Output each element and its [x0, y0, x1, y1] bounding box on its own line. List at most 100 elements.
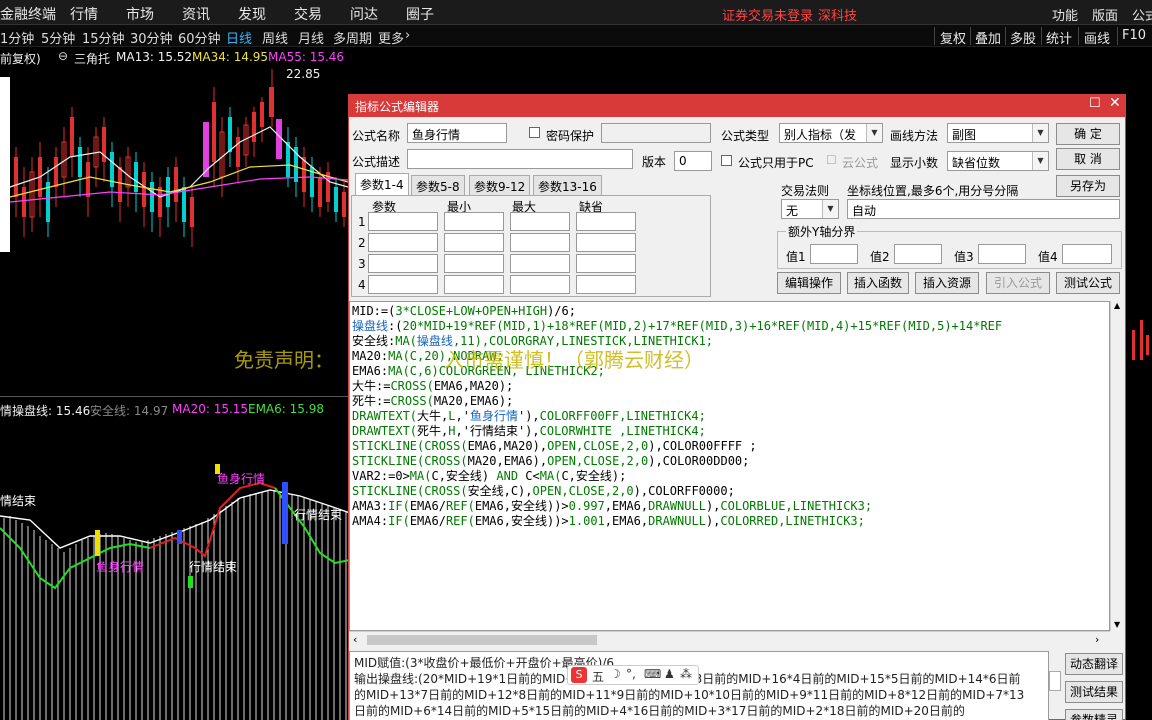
- param-min-input[interactable]: [444, 233, 504, 252]
- save-as-button[interactable]: 另存为: [1056, 175, 1120, 197]
- tab-params-5-8[interactable]: 参数5-8: [411, 175, 465, 195]
- param-name-input[interactable]: [368, 212, 438, 231]
- close-icon[interactable]: ✕: [1109, 95, 1121, 111]
- period-5min[interactable]: 5分钟: [41, 28, 75, 47]
- menu-trade[interactable]: 交易: [294, 4, 322, 24]
- login-warning[interactable]: 证券交易未登录: [722, 5, 813, 24]
- param-default-input[interactable]: [576, 275, 636, 294]
- tool-fuquan[interactable]: 复权: [940, 28, 966, 47]
- param-default-input[interactable]: [576, 254, 636, 273]
- param-min-input[interactable]: [444, 254, 504, 273]
- password-input[interactable]: [601, 123, 711, 143]
- param-default-input[interactable]: [576, 233, 636, 252]
- period-monthly[interactable]: 月线: [298, 28, 324, 47]
- period-1min[interactable]: 1分钟: [0, 28, 34, 47]
- insert-resource-button[interactable]: 插入资源: [915, 272, 979, 294]
- decimals-select[interactable]: 缺省位数 ▼: [947, 151, 1049, 171]
- import-formula-button[interactable]: 引入公式: [986, 272, 1050, 294]
- val2-input[interactable]: [894, 244, 942, 264]
- insert-function-button[interactable]: 插入函数: [847, 272, 909, 294]
- ime-punct-icon[interactable]: °,: [626, 667, 636, 681]
- val4-input[interactable]: [1062, 244, 1112, 264]
- menu-wenda[interactable]: 问达: [350, 4, 378, 24]
- period-more[interactable]: 更多: [378, 28, 404, 47]
- ime-grid-icon[interactable]: ⁂: [680, 667, 692, 681]
- edit-operation-button[interactable]: 编辑操作: [777, 272, 841, 294]
- dynamic-translate-button[interactable]: 动态翻译: [1065, 653, 1123, 675]
- formula-type-select[interactable]: 别人指标（发 ▼: [779, 123, 883, 143]
- chevron-right-icon[interactable]: ›: [405, 28, 410, 43]
- menu-formula[interactable]: 公式: [1132, 5, 1152, 24]
- trade-rule-select[interactable]: 无 ▼: [781, 199, 839, 219]
- period-15min[interactable]: 15分钟: [82, 28, 125, 47]
- param-min-input[interactable]: [444, 212, 504, 231]
- param-default-input[interactable]: [576, 212, 636, 231]
- ime-logo-icon[interactable]: S: [571, 667, 587, 683]
- editor-vertical-scrollbar[interactable]: ▲ ▼: [1110, 301, 1125, 631]
- left-toolbox[interactable]: [0, 77, 10, 252]
- maximize-icon[interactable]: ☐: [1089, 96, 1101, 111]
- chevron-down-icon[interactable]: ▼: [1032, 152, 1048, 170]
- chevron-down-icon[interactable]: ▼: [866, 124, 882, 142]
- param-max-input[interactable]: [510, 233, 570, 252]
- tab-params-13-16[interactable]: 参数13-16: [533, 175, 602, 195]
- param-max-input[interactable]: [510, 275, 570, 294]
- version-input[interactable]: 0: [674, 151, 712, 171]
- broker-name[interactable]: 深科技: [818, 5, 857, 24]
- ime-moon-icon[interactable]: ☽: [610, 667, 621, 681]
- menu-function[interactable]: 功能: [1052, 5, 1078, 24]
- chevron-down-icon[interactable]: ▼: [1032, 124, 1048, 142]
- ime-user-icon[interactable]: ♟: [664, 667, 675, 681]
- tool-multistock[interactable]: 多股: [1010, 28, 1036, 47]
- param-name-input[interactable]: [368, 275, 438, 294]
- menu-layout[interactable]: 版面: [1092, 5, 1118, 24]
- period-weekly[interactable]: 周线: [262, 28, 288, 47]
- test-formula-button[interactable]: 测试公式: [1056, 272, 1120, 294]
- menu-quotes[interactable]: 行情: [70, 4, 98, 24]
- period-daily[interactable]: 日线: [226, 28, 252, 47]
- scroll-right-icon[interactable]: ›: [1095, 633, 1099, 646]
- coord-input[interactable]: 自动: [847, 199, 1120, 219]
- indicator-chart[interactable]: [0, 398, 350, 720]
- tab-params-9-12[interactable]: 参数9-12: [469, 175, 531, 195]
- translation-scrollbar[interactable]: [1049, 671, 1061, 691]
- param-max-input[interactable]: [510, 254, 570, 273]
- pc-only-checkbox[interactable]: [721, 155, 732, 166]
- param-max-input[interactable]: [510, 212, 570, 231]
- chevron-down-icon[interactable]: ▼: [822, 200, 838, 218]
- draw-method-select[interactable]: 副图 ▼: [947, 123, 1049, 143]
- param-min-input[interactable]: [444, 275, 504, 294]
- menu-circle[interactable]: 圈子: [406, 4, 434, 24]
- ime-mode[interactable]: 五: [592, 668, 604, 685]
- dialog-titlebar[interactable]: 指标公式编辑器 ☐ ✕: [349, 95, 1125, 117]
- editor-horizontal-scrollbar[interactable]: ‹ ›: [349, 631, 1110, 648]
- test-result-button[interactable]: 测试结果: [1065, 681, 1123, 703]
- period-multi[interactable]: 多周期: [333, 28, 372, 47]
- tool-stats[interactable]: 统计: [1046, 28, 1072, 47]
- scroll-down-icon[interactable]: ▼: [1114, 620, 1120, 629]
- formula-desc-input[interactable]: [407, 149, 633, 169]
- scroll-left-icon[interactable]: ‹: [353, 633, 357, 646]
- val3-input[interactable]: [978, 244, 1026, 264]
- password-checkbox[interactable]: [529, 127, 540, 138]
- menu-market[interactable]: 市场: [126, 4, 154, 24]
- ime-keyboard-icon[interactable]: ⌨: [644, 667, 661, 681]
- scroll-thumb[interactable]: [367, 635, 597, 645]
- tool-f10[interactable]: F10: [1122, 28, 1146, 43]
- menu-discover[interactable]: 发现: [238, 4, 266, 24]
- formula-name-input[interactable]: 鱼身行情: [407, 123, 507, 143]
- cancel-button[interactable]: 取 消: [1056, 148, 1120, 170]
- period-60min[interactable]: 60分钟: [178, 28, 221, 47]
- tool-draw[interactable]: 画线: [1084, 28, 1110, 47]
- param-name-input[interactable]: [368, 233, 438, 252]
- period-30min[interactable]: 30分钟: [130, 28, 173, 47]
- scroll-up-icon[interactable]: ▲: [1114, 301, 1120, 310]
- tab-params-1-4[interactable]: 参数1-4: [355, 173, 409, 195]
- candlestick-chart[interactable]: [0, 47, 348, 395]
- ok-button[interactable]: 确 定: [1056, 123, 1120, 145]
- param-wizard-button[interactable]: 参数精灵: [1065, 709, 1123, 720]
- ime-toolbar[interactable]: S 五 ☽ °, ⌨ ♟ ⁂: [567, 665, 699, 685]
- val1-input[interactable]: [810, 244, 858, 264]
- menu-news[interactable]: 资讯: [182, 4, 210, 24]
- param-name-input[interactable]: [368, 254, 438, 273]
